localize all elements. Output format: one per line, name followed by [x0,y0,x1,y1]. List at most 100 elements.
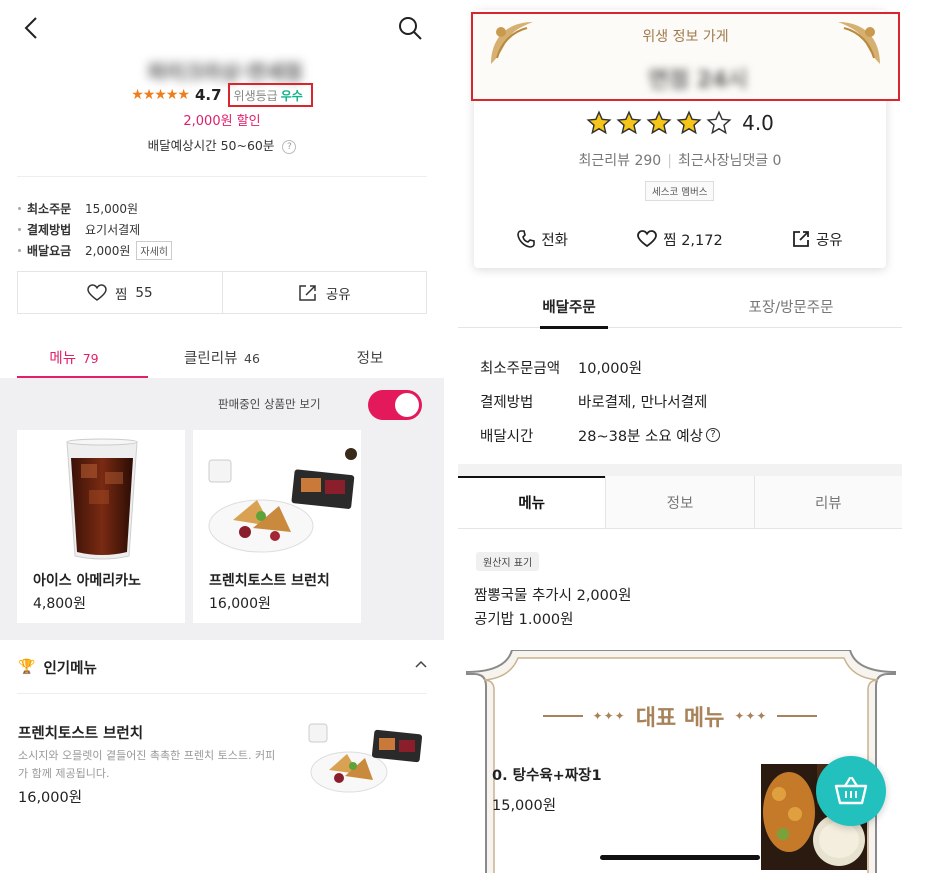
rating-value: 4.7 [194,86,222,104]
divider [17,176,427,177]
delivery-eta-text: 배달예상시간 50~60분 [147,138,275,153]
decorative-dots: ✦✦✦ [592,709,626,723]
store-tabs: 메뉴 79 클린리뷰 46 정보 [0,340,444,379]
like-button[interactable]: 찜 55 [18,272,222,313]
menu-tabs: 메뉴 정보 리뷰 [458,476,902,529]
star-filled-icon [586,110,612,135]
right-app-screen: 위생 정보 가게 면점 24시 4.0 최근리뷰 290 | 최근사장님댓글 0 세… [458,0,930,873]
order-info-row: 최소주문금액 10,000원 [480,350,900,384]
star-filled-icon [646,110,672,135]
owner-reply-count[interactable]: 최근사장님댓글 0 [678,153,782,169]
help-icon[interactable]: ? [705,428,720,442]
origin-badge[interactable]: 원산지 표기 [476,552,540,571]
tab-info[interactable]: 정보 [296,340,444,378]
star-filled-icon [676,110,702,135]
tab-label: 메뉴 [49,351,77,367]
rating-value: 4.0 [742,111,774,135]
order-info-list: 최소주문금액 10,000원 결제방법 바로결제, 만나서결제 배달시간 28~… [480,350,900,452]
on-sale-toggle[interactable] [368,390,422,420]
menu-card[interactable]: 아이스 아메리카노 4,800원 [17,430,185,623]
hygiene-banner[interactable]: 위생 정보 가게 면점 24시 [471,12,900,101]
store-info-list: 최소주문 15,000원 결제방법 요기서결제 배달요금 2,000원 자세히 [18,198,418,261]
chevron-up-icon[interactable] [414,657,428,671]
action-bar: 전화 찜 2,172 공유 [474,226,886,252]
tab-delivery-order[interactable]: 배달주문 [458,288,680,329]
info-key: 결제방법 [480,394,534,411]
like-label: 찜 2,172 [663,232,723,249]
popular-menu-title: 인기메뉴 [43,660,97,677]
bullet-icon [18,207,21,210]
card-name: 아이스 아메리카노 [33,573,141,589]
popular-item-image[interactable] [307,712,425,798]
call-button[interactable]: 전화 [474,226,611,252]
hygiene-grade: 우수 [280,88,303,103]
decorative-dots: ✦✦✦ [734,709,768,723]
hygiene-banner-title: 위생 정보 가게 [642,29,729,45]
call-label: 전화 [541,232,568,249]
tab-label: 클린리뷰 [184,351,238,367]
heart-icon [637,230,658,248]
menu-card[interactable]: 프렌치토스트 브런치 16,000원 [193,430,361,623]
section-separator [458,464,902,476]
rep-menu-item-price: 15,000원 [492,798,557,814]
like-count: 55 [135,284,153,301]
rating-row: 4.0 [474,110,886,136]
detail-button[interactable]: 자세히 [136,241,173,260]
trophy-icon: 🏆 [18,659,36,675]
star-filled-icon [616,110,642,135]
review-count[interactable]: 최근리뷰 290 [579,153,662,169]
tab-pickup-order[interactable]: 포장/방문주문 [680,288,902,327]
shopping-basket-icon [834,776,868,805]
info-key: 최소주문금액 [480,360,561,377]
extra-note: 짬뽕국물 추가시 2,000원 [474,588,632,604]
help-icon[interactable]: ? [282,139,297,154]
iced-coffee-image [66,438,138,560]
card-price: 4,800원 [33,596,86,612]
cart-button[interactable] [816,756,886,826]
tab-clean-review[interactable]: 클린리뷰 46 [148,340,296,378]
share-label: 공유 [325,286,351,303]
info-value: 2,000원 [85,244,131,258]
hygiene-grade-box[interactable]: 위생등급 우수 [227,83,313,107]
order-info-row: 배달시간 28~38분 소요 예상? [480,418,900,452]
toggle-knob [395,393,419,417]
bullet-icon [18,228,21,231]
tab-menu[interactable]: 메뉴 [458,476,606,528]
divider [17,693,427,694]
info-row-min-order: 최소주문 15,000원 [18,198,418,219]
info-row-payment: 결제방법 요기서결제 [18,219,418,240]
info-value: 28~38분 소요 예상 [578,428,703,445]
share-label: 공유 [815,232,843,249]
tab-count: 46 [244,351,260,366]
extra-note: 공기밥 1.000원 [474,612,574,628]
popular-item-name[interactable]: 프렌치토스트 브런치 [18,722,143,743]
tab-review[interactable]: 리뷰 [753,476,902,528]
popular-menu-header[interactable]: 🏆 인기메뉴 [18,655,428,679]
action-bar: 찜 55 공유 [17,271,427,314]
rep-menu-item-name[interactable]: 0. 탕수육+짜장1 [492,764,602,785]
tab-menu[interactable]: 메뉴 79 [0,340,148,379]
on-sale-toggle-label: 판매중인 상품만 보기 [218,397,321,411]
star-empty-icon [706,110,732,135]
representative-menu-title: ✦✦✦ 대표 메뉴 ✦✦✦ [458,700,902,732]
french-toast-image [208,448,357,553]
representative-menu-label: 대표 메뉴 [635,706,725,731]
tab-info[interactable]: 정보 [605,476,753,528]
info-value: 15,000원 [85,202,139,216]
store-name: 파리크라상·면세점 [147,60,303,84]
search-icon[interactable] [396,14,424,42]
delivery-eta: 배달예상시간 50~60분? [0,135,444,154]
share-icon [793,231,809,247]
decorative-line [777,715,818,717]
separator: | [667,153,672,169]
store-name: 면점 24시 [648,68,748,93]
member-badge: 세스코 멤버스 [645,181,715,201]
info-key: 배달시간 [480,428,534,445]
back-arrow-icon[interactable] [18,14,46,42]
like-button[interactable]: 찜 2,172 [611,226,748,252]
share-button[interactable]: 공유 [221,272,427,313]
info-value: 바로결제, 만나서결제 [578,394,708,411]
share-button[interactable]: 공유 [749,226,886,252]
home-indicator[interactable] [600,855,760,860]
info-value: 요기서결제 [85,223,141,237]
